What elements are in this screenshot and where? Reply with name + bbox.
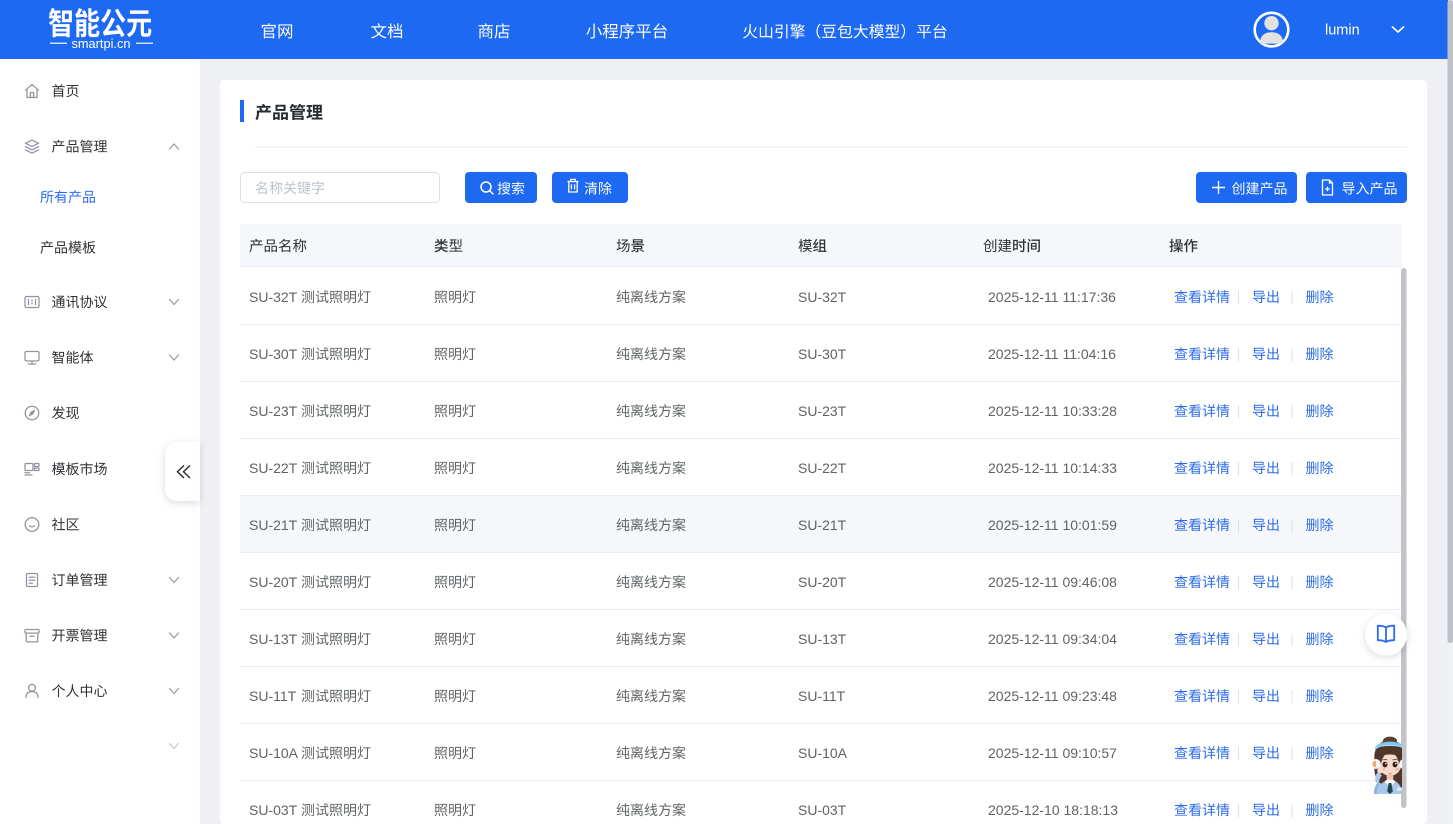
svg-text:2025-12-10 18:18:13: 2025-12-10 18:18:13 [988, 802, 1118, 818]
svg-text:lumin: lumin [1325, 23, 1360, 39]
svg-text:2025-12-11 10:33:28: 2025-12-11 10:33:28 [988, 403, 1117, 419]
svg-text:SU-10A: SU-10A [249, 745, 299, 761]
svg-text:SU-22T: SU-22T [249, 460, 298, 476]
svg-text:SU-13T: SU-13T [249, 631, 298, 647]
svg-text:SU-13T: SU-13T [798, 631, 847, 647]
svg-text:SU-22T: SU-22T [798, 460, 847, 476]
svg-text:SU-32T: SU-32T [249, 289, 298, 305]
svg-text:SU-21T: SU-21T [798, 517, 847, 533]
svg-text:SU-03T: SU-03T [798, 802, 847, 818]
svg-text:smartpi.cn: smartpi.cn [71, 36, 130, 51]
svg-text:SU-21T: SU-21T [249, 517, 298, 533]
svg-text:2025-12-11 10:01:59: 2025-12-11 10:01:59 [988, 517, 1117, 533]
svg-text:2025-12-11 10:14:33: 2025-12-11 10:14:33 [988, 460, 1117, 476]
svg-text:SU-10A: SU-10A [798, 745, 848, 761]
svg-text:SU-23T: SU-23T [249, 403, 298, 419]
svg-text:SU-32T: SU-32T [798, 289, 847, 305]
svg-text:SU-20T: SU-20T [798, 574, 847, 590]
svg-text:2025-12-11 09:23:48: 2025-12-11 09:23:48 [988, 688, 1117, 704]
svg-text:SU-03T: SU-03T [249, 802, 298, 818]
svg-text:SU-23T: SU-23T [798, 403, 847, 419]
svg-text:SU-11T: SU-11T [249, 688, 297, 704]
svg-text:2025-12-11 09:10:57: 2025-12-11 09:10:57 [988, 745, 1117, 761]
svg-text:2025-12-11 11:17:36: 2025-12-11 11:17:36 [988, 289, 1116, 305]
svg-text:SU-30T: SU-30T [249, 346, 298, 362]
svg-text:2025-12-11 09:46:08: 2025-12-11 09:46:08 [988, 574, 1117, 590]
svg-text:SU-11T: SU-11T [798, 688, 846, 704]
svg-text:SU-20T: SU-20T [249, 574, 298, 590]
svg-text:2025-12-11 11:04:16: 2025-12-11 11:04:16 [988, 346, 1116, 362]
svg-text:SU-30T: SU-30T [798, 346, 847, 362]
svg-text:2025-12-11 09:34:04: 2025-12-11 09:34:04 [988, 631, 1117, 647]
